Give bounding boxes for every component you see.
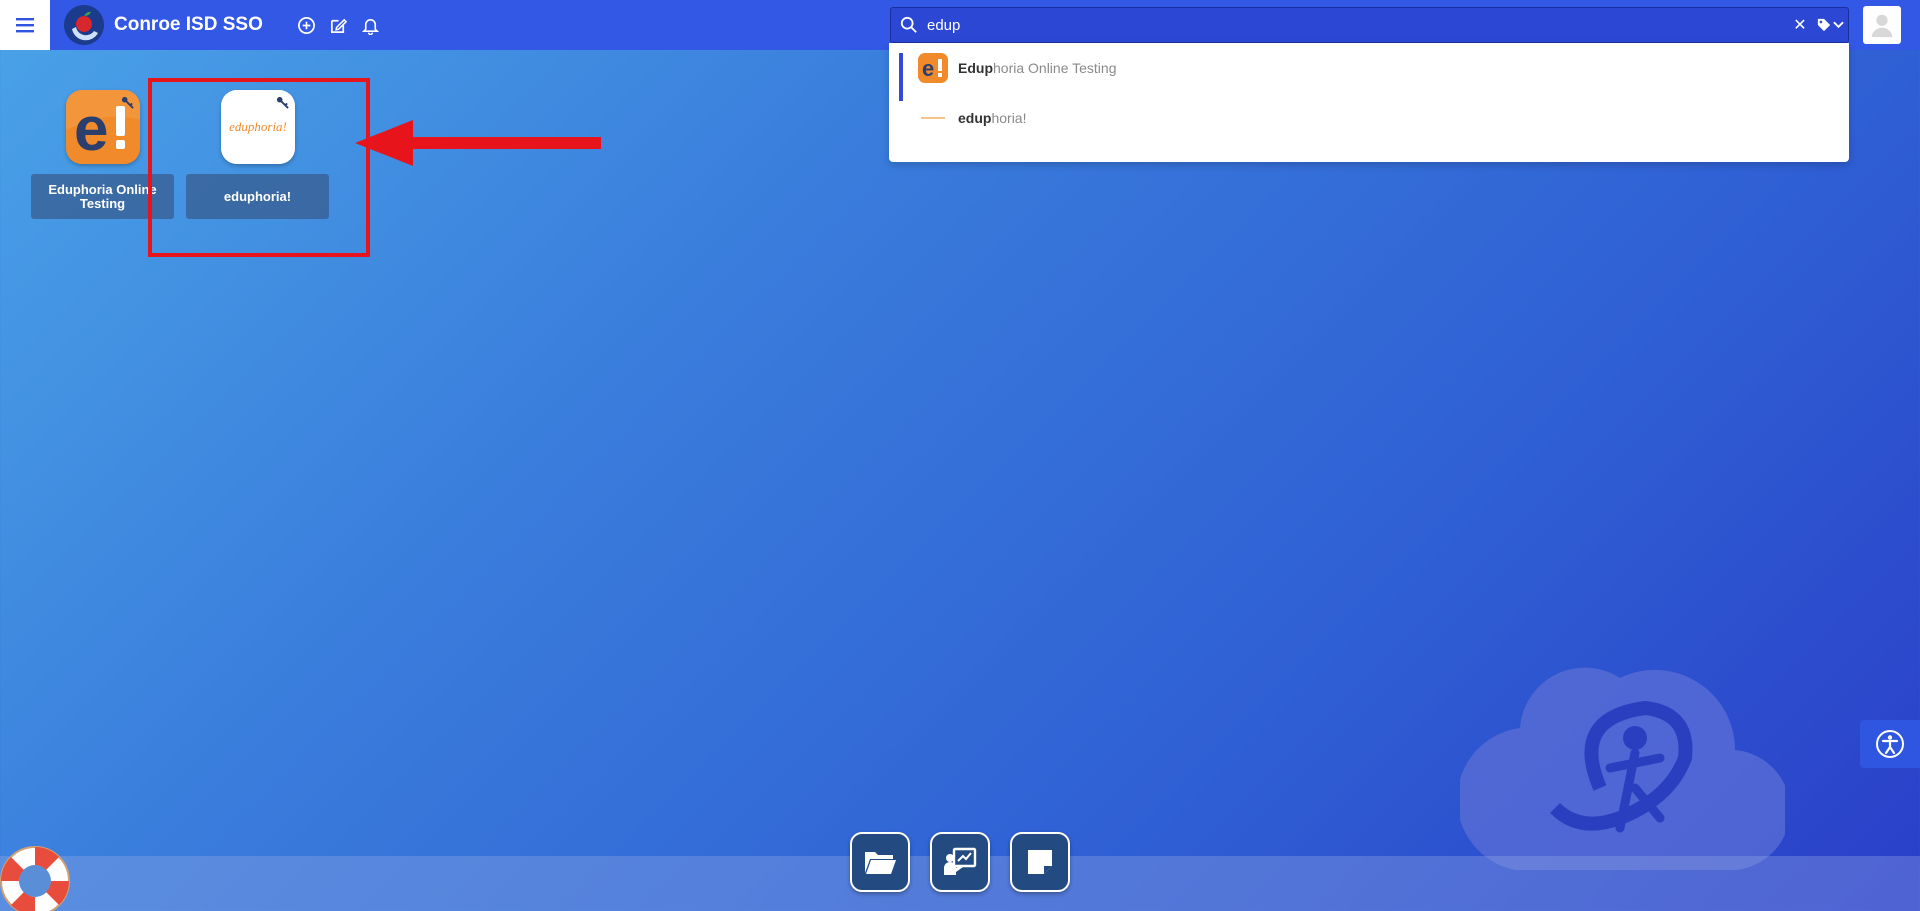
folder-icon — [865, 852, 896, 874]
help-lifebuoy-icon[interactable] — [0, 842, 74, 911]
search-input[interactable] — [927, 16, 1788, 34]
brand-home-link[interactable]: Conroe ISD SSO — [64, 5, 263, 45]
svg-text:e: e — [74, 95, 108, 164]
search-result-item[interactable]: eduphoria! — [889, 93, 1849, 143]
menu-button[interactable] — [0, 0, 50, 50]
search-result-label: eduphoria! — [958, 110, 1027, 126]
top-actions — [297, 15, 381, 35]
files-button[interactable] — [850, 832, 910, 892]
notifications-button[interactable] — [361, 15, 381, 35]
search-result-item[interactable]: e Eduphoria Online Testing — [889, 43, 1849, 101]
classroom-button[interactable] — [930, 832, 990, 892]
bottom-dock — [850, 832, 1070, 892]
search-bar: ✕ — [890, 7, 1849, 43]
search-icon — [891, 16, 927, 34]
bell-icon — [362, 18, 380, 35]
tag-filter-button[interactable] — [1812, 18, 1848, 32]
user-profile-button[interactable] — [1863, 6, 1901, 44]
tag-icon — [1817, 18, 1830, 32]
app-title: Conroe ISD SSO — [114, 14, 263, 35]
eduphoria-testing-icon: e — [65, 90, 140, 164]
search-results-dropdown: e Eduphoria Online Testing eduphoria! — [889, 43, 1849, 162]
chevron-down-icon — [1832, 21, 1844, 29]
plus-circle-icon — [298, 16, 316, 34]
svg-text:e: e — [922, 56, 934, 81]
accessibility-icon — [1876, 730, 1904, 758]
red-arrow-annotation — [355, 120, 601, 166]
user-icon — [1871, 14, 1893, 38]
key-icon — [121, 96, 134, 109]
conroe-apple-logo-icon — [64, 5, 104, 45]
presentation-icon — [944, 847, 977, 875]
edit-icon — [331, 18, 348, 33]
highlight-annotation-box — [148, 78, 370, 257]
eduphoria-testing-icon: e — [918, 53, 948, 83]
accessibility-button[interactable] — [1860, 720, 1920, 768]
add-button[interactable] — [297, 15, 317, 35]
sticky-note-icon — [1028, 850, 1052, 874]
edit-button[interactable] — [329, 15, 349, 35]
eduphoria-logo-icon — [918, 103, 948, 133]
notes-button[interactable] — [1010, 832, 1070, 892]
search-result-label: Eduphoria Online Testing — [958, 60, 1117, 76]
cloud-logo-watermark — [1460, 667, 1785, 870]
clear-search-button[interactable]: ✕ — [1788, 15, 1812, 35]
hamburger-icon — [16, 18, 34, 33]
